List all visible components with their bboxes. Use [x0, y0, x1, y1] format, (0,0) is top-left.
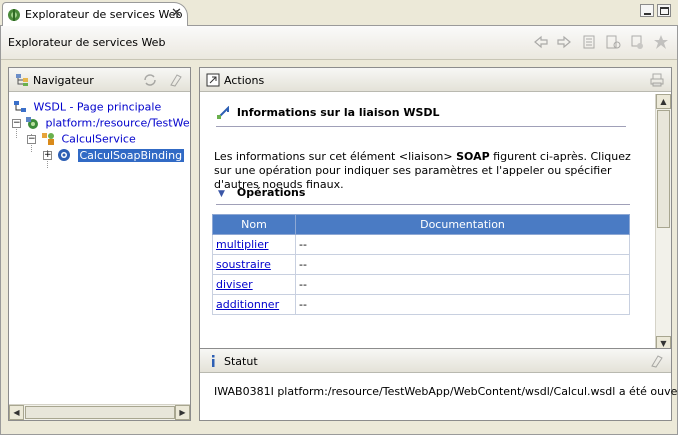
scroll-thumb[interactable] — [25, 406, 175, 419]
sync-icon[interactable] — [142, 73, 158, 87]
operations-title: Opérations — [236, 186, 306, 199]
eraser-icon[interactable] — [650, 354, 664, 368]
tree-toggle-calculservice[interactable]: − — [27, 135, 36, 144]
scroll-left-button[interactable]: ◀ — [9, 405, 24, 420]
editor-area: Explorateur de services Web Navigateur W — [0, 26, 678, 435]
service-icon — [42, 133, 54, 145]
operation-name-cell: additionner — [212, 294, 296, 315]
editor-tab-row: Explorateur de services Web ✕ — [0, 0, 678, 27]
maximize-button[interactable] — [657, 4, 671, 17]
table-row: diviser -- — [212, 274, 630, 295]
favorites-star-icon[interactable] — [653, 34, 669, 50]
wsdl-page-icon — [14, 101, 26, 112]
heading-divider — [216, 126, 626, 127]
eraser-icon[interactable] — [169, 73, 183, 87]
binding-info-title: Informations sur la liaison WSDL — [236, 106, 440, 119]
description-pre: Les informations sur cet élément <liaiso… — [214, 150, 457, 163]
table-row: soustraire -- — [212, 254, 630, 275]
tree-toggle-calculsoapbinding[interactable]: + — [43, 151, 52, 160]
tree-node-wsdl-main-page[interactable]: WSDL - Page principale — [13, 100, 161, 116]
collapse-arrow-icon: ▼ — [218, 189, 225, 199]
operation-link-additionner[interactable]: additionner — [216, 298, 279, 311]
operation-doc-cell: -- — [295, 254, 630, 275]
close-tab-button[interactable]: ✕ — [171, 6, 182, 21]
status-message: IWAB0381I platform:/resource/TestWebApp/… — [214, 385, 678, 398]
tree-label: CalculService — [61, 132, 136, 146]
operation-name-cell: soustraire — [212, 254, 296, 275]
back-arrow-icon[interactable] — [533, 34, 549, 50]
column-header-documentation: Documentation — [295, 214, 630, 235]
binding-info-heading: Informations sur la liaison WSDL — [216, 106, 440, 120]
tree-toggle-platform[interactable]: − — [12, 119, 21, 128]
scroll-thumb[interactable] — [657, 110, 670, 228]
status-panel: Statut IWAB0381I platform:/resource/Test… — [199, 348, 678, 421]
actions-content: Informations sur la liaison WSDL Les inf… — [200, 94, 654, 352]
navigator-panel: Navigateur WSDL - Page principale − plat… — [8, 67, 191, 421]
operation-doc-cell: -- — [295, 274, 630, 295]
uddi-icon[interactable] — [629, 34, 645, 50]
column-header-nom: Nom — [212, 214, 296, 235]
actions-icon — [206, 73, 220, 87]
forward-arrow-icon[interactable] — [556, 34, 572, 50]
scroll-right-button[interactable]: ▶ — [175, 405, 190, 420]
operation-link-diviser[interactable]: diviser — [216, 278, 253, 291]
operation-name-cell: multiplier — [212, 234, 296, 255]
wsdl-file-icon — [26, 117, 38, 129]
document-icon[interactable] — [581, 34, 597, 50]
navigator-title-bar: Navigateur — [9, 68, 190, 92]
status-title-bar: Statut — [200, 349, 671, 373]
info-icon — [212, 355, 215, 367]
minimize-button[interactable] — [640, 4, 654, 17]
operation-doc-cell: -- — [295, 234, 630, 255]
table-header-row: Nom Documentation — [212, 214, 630, 235]
operations-section-toggle[interactable]: ▼ Opérations — [218, 186, 305, 199]
navigator-icon — [16, 74, 28, 86]
tab-web-services-explorer[interactable]: Explorateur de services Web ✕ — [2, 2, 188, 27]
tree-node-calculsoapbinding[interactable]: CalculSoapBinding — [57, 148, 185, 164]
description-soap: SOAP — [456, 150, 490, 163]
navigator-title: Navigateur — [33, 74, 94, 87]
operation-doc-cell: -- — [295, 294, 630, 315]
navigator-tree: WSDL - Page principale − platform:/resou… — [9, 94, 190, 403]
actions-title: Actions — [224, 74, 265, 87]
tree-node-platform[interactable]: platform:/resource/TestWebApp — [25, 116, 190, 132]
actions-panel: Actions Informations sur la liaison WSDL… — [199, 67, 672, 353]
operations-divider — [216, 204, 630, 205]
editor-header: Explorateur de services Web — [1, 26, 677, 60]
wsdl-binding-info-icon — [217, 106, 229, 119]
editor-title: Explorateur de services Web — [8, 36, 166, 49]
print-icon[interactable] — [650, 73, 664, 87]
tab-title: Explorateur de services Web — [25, 8, 183, 21]
navigator-hscrollbar[interactable]: ◀ ▶ — [9, 404, 190, 420]
actions-vscrollbar[interactable]: ▲ ▼ — [655, 94, 671, 352]
operation-link-multiplier[interactable]: multiplier — [216, 238, 269, 251]
operation-name-cell: diviser — [212, 274, 296, 295]
scroll-up-button[interactable]: ▲ — [656, 94, 671, 109]
status-title: Statut — [224, 355, 258, 368]
actions-title-bar: Actions — [200, 68, 671, 92]
tree-label: platform:/resource/TestWebApp — [45, 116, 191, 130]
operation-link-soustraire[interactable]: soustraire — [216, 258, 271, 271]
tree-label: CalculSoapBinding — [77, 148, 185, 162]
tree-node-calculservice[interactable]: CalculService — [41, 132, 136, 148]
web-services-icon — [8, 9, 20, 21]
table-row: multiplier -- — [212, 234, 630, 255]
operations-table: Nom Documentation multiplier -- soustrai… — [212, 214, 630, 315]
binding-icon — [58, 149, 70, 161]
table-row: additionner -- — [212, 294, 630, 315]
document-settings-icon[interactable] — [605, 34, 621, 50]
tree-label: WSDL - Page principale — [33, 100, 162, 114]
